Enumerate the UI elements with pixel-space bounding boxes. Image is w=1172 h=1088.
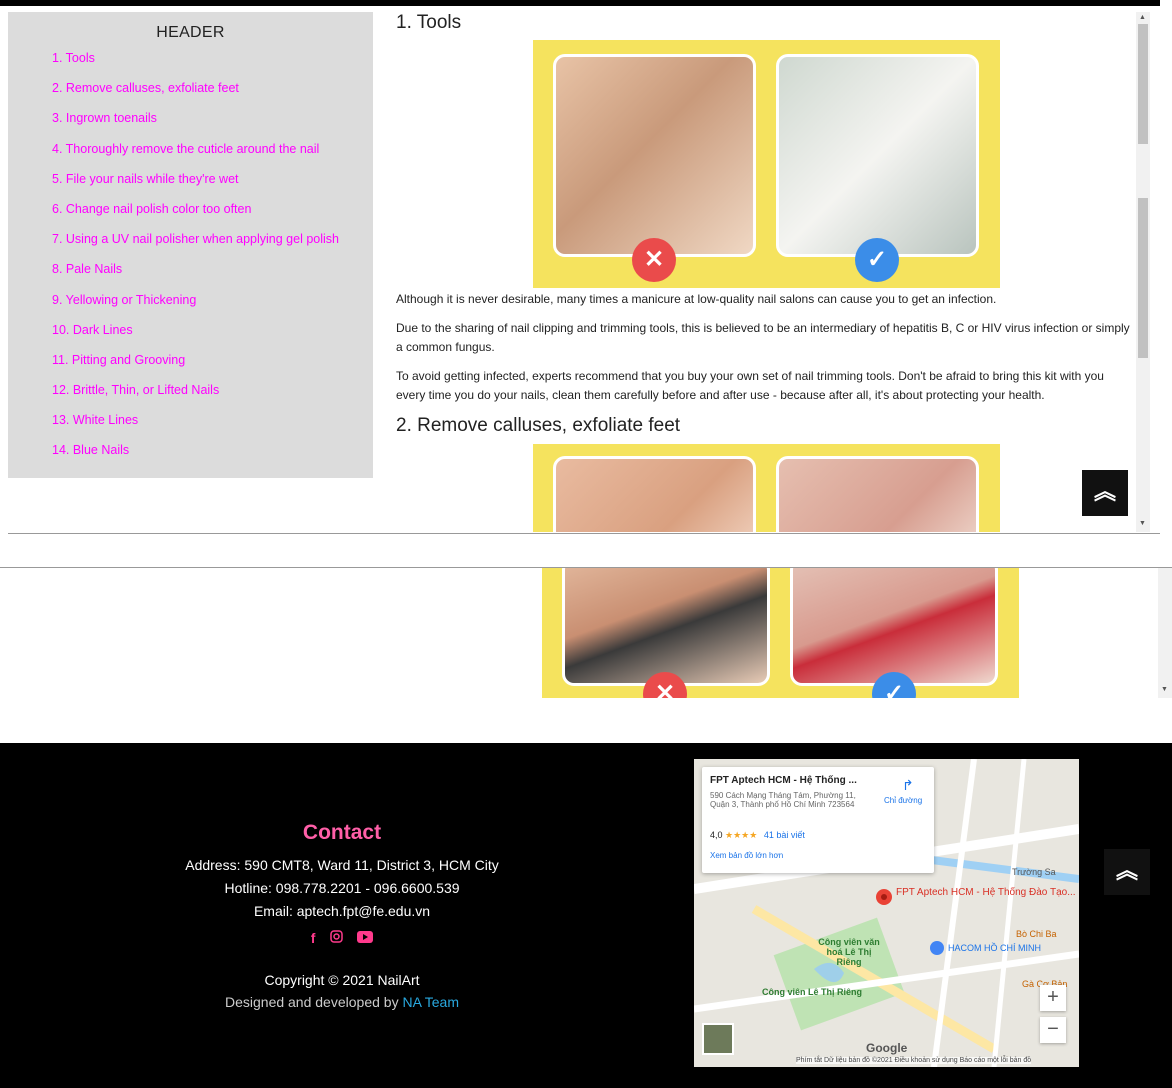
sidebar-title: HEADER (156, 24, 225, 41)
toc-item-pale-nails[interactable]: 8. Pale Nails (52, 262, 373, 292)
place-rating: 4,0 ★★★★ 41 bài viết (710, 830, 805, 841)
rating-value: 4,0 (710, 830, 723, 840)
toc-list: 1. Tools 2. Remove calluses, exfoliate f… (8, 51, 373, 474)
zoom-out-button[interactable]: − (1040, 1017, 1066, 1043)
poi-label: Bò Chi Ba (1016, 929, 1057, 939)
toc-item-blue-nails[interactable]: 14. Blue Nails (52, 443, 373, 473)
section-title-calluses: 2. Remove calluses, exfoliate feet (396, 415, 681, 436)
zoom-in-button[interactable]: + (1040, 985, 1066, 1011)
section-title-tools: 1. Tools (396, 12, 462, 33)
toc-item-file-wet[interactable]: 5. File your nails while they're wet (52, 172, 373, 202)
google-map-embed[interactable]: FPT Aptech HCM - Hệ Thống ... 590 Cách M… (694, 759, 1079, 1067)
callus-illustration-bottom: ✕ ✓ (542, 568, 1019, 698)
park-label: Công viên văn hoá Lê Thị Riêng (818, 937, 880, 967)
bigger-map-link[interactable]: Xem bản đồ lớn hơn (710, 851, 783, 860)
callus-photo-left (553, 456, 756, 532)
contact-email: Email: aptech.fpt@fe.edu.vn (253, 903, 431, 919)
scrollbar-thumb-lower[interactable] (1138, 198, 1148, 358)
article-scrollbar[interactable]: ▲ ▼ (1136, 12, 1150, 532)
rating-stars: ★★★★ (725, 830, 758, 840)
correct-badge-icon: ✓ (855, 238, 899, 282)
callus-photo-right (776, 456, 979, 532)
team-link[interactable]: NA Team (402, 994, 459, 1010)
lower-page-view: ✕ ✓ ▼ Contact Address: 590 CMT8, Ward 11… (0, 566, 1172, 1088)
map-attribution[interactable]: Phím tắt Dữ liệu bản đồ ©2021 Điều khoản… (796, 1057, 1032, 1064)
good-tools-photo (776, 54, 979, 257)
toc-item-cuticle[interactable]: 4. Thoroughly remove the cuticle around … (52, 142, 373, 172)
toc-item-polish-color[interactable]: 6. Change nail polish color too often (52, 202, 373, 232)
facebook-icon[interactable]: f (311, 930, 316, 946)
place-address: 590 Cách Mạng Tháng Tám, Phường 11, Quận… (710, 791, 856, 809)
hacom-label: HACOM HỒ CHÍ MINH (948, 943, 1041, 953)
paragraph-own-kit: To avoid getting infected, experts recom… (396, 369, 1104, 402)
toc-item-uv-polisher[interactable]: 7. Using a UV nail polisher when applyin… (52, 232, 373, 262)
satellite-toggle[interactable] (702, 1023, 734, 1055)
page-scrollbar[interactable]: ▼ (1158, 568, 1172, 698)
toc-item-brittle[interactable]: 12. Brittle, Thin, or Lifted Nails (52, 383, 373, 413)
article-content: 1. Tools ✕ ✓ Although it is never desira… (396, 12, 1136, 532)
sidebar-toc: HEADER 1. Tools 2. Remove calluses, exfo… (8, 12, 373, 478)
directions-icon[interactable]: ↱ (902, 777, 914, 794)
designed-by-text: Designed and developed by NA Team (140, 991, 544, 1013)
instagram-icon[interactable] (330, 930, 343, 946)
site-footer: Contact Address: 590 CMT8, Ward 11, Dist… (0, 743, 1172, 1088)
contact-block: Contact Address: 590 CMT8, Ward 11, Dist… (140, 821, 544, 1013)
toc-item-yellowing[interactable]: 9. Yellowing or Thickening (52, 293, 373, 323)
toc-item-white-lines[interactable]: 13. White Lines (52, 413, 373, 443)
scroll-down-arrow-icon[interactable]: ▼ (1161, 686, 1168, 693)
scrollbar-thumb-upper[interactable] (1138, 24, 1148, 144)
toc-item-tools[interactable]: 1. Tools (52, 51, 373, 81)
foot-file-photo (562, 568, 770, 686)
paragraph-sharing-tools: Due to the sharing of nail clipping and … (396, 321, 1130, 354)
tools-illustration: ✕ ✓ (533, 40, 1000, 288)
place-name: FPT Aptech HCM - Hệ Thống ... (710, 775, 857, 786)
paragraph-infection: Although it is never desirable, many tim… (396, 292, 997, 306)
map-pin-label: FPT Aptech HCM - Hệ Thống Đào Tạo... (896, 887, 1076, 898)
upper-page-view: HEADER 1. Tools 2. Remove calluses, exfo… (0, 0, 1172, 540)
toc-item-dark-lines[interactable]: 10. Dark Lines (52, 323, 373, 353)
place-info-card: FPT Aptech HCM - Hệ Thống ... 590 Cách M… (702, 767, 934, 873)
park-label-2: Công viên Lê Thị Riêng (762, 987, 863, 997)
top-bar (0, 0, 1160, 6)
toc-item-pitting[interactable]: 11. Pitting and Grooving (52, 353, 373, 383)
toc-item-calluses[interactable]: 2. Remove calluses, exfoliate feet (52, 81, 373, 111)
divider (8, 533, 1160, 534)
google-logo: Google (866, 1041, 908, 1055)
copyright-text: Copyright © 2021 NailArt (264, 972, 420, 988)
directions-link[interactable]: Chỉ đường (884, 796, 922, 805)
bad-tools-photo (553, 54, 756, 257)
designed-by-prefix: Designed and developed by (224, 994, 403, 1010)
scroll-to-top-button[interactable]: ︽ (1104, 849, 1150, 895)
toc-item-ingrown[interactable]: 3. Ingrown toenails (52, 111, 373, 141)
social-links: f (140, 929, 544, 951)
youtube-icon[interactable] (357, 930, 374, 946)
wrong-badge-icon: ✕ (632, 238, 676, 282)
reviews-link[interactable]: 41 bài viết (764, 830, 805, 840)
street-label: Trường Sa (1012, 867, 1056, 877)
foot-scrub-photo (790, 568, 998, 686)
callus-illustration-top (533, 444, 1000, 532)
scroll-to-top-button[interactable]: ︽ (1082, 470, 1128, 516)
scroll-up-arrow-icon[interactable]: ▲ (1139, 14, 1146, 21)
contact-hotline: Hotline: 098.778.2201 - 096.6600.539 (224, 880, 460, 896)
contact-address: Address: 590 CMT8, Ward 11, District 3, … (185, 857, 499, 873)
contact-title: Contact (302, 821, 382, 844)
scroll-down-arrow-icon[interactable]: ▼ (1139, 520, 1146, 527)
